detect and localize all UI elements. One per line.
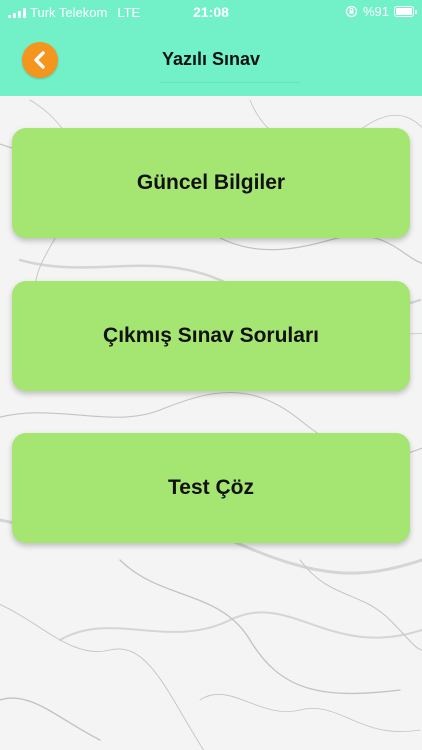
menu-card-label: Çıkmış Sınav Soruları	[103, 324, 319, 347]
menu-card-current-info[interactable]: Güncel Bilgiler	[12, 128, 410, 238]
page-title: Yazılı Sınav	[161, 49, 261, 69]
battery-icon	[394, 6, 417, 17]
menu-card-solve-test[interactable]: Test Çöz	[12, 433, 410, 543]
status-right: %91	[345, 4, 417, 19]
menu-card-label: Test Çöz	[168, 476, 254, 499]
title-divider	[160, 82, 300, 83]
battery-percentage: %91	[362, 4, 389, 19]
battery-fill	[396, 8, 412, 15]
orientation-lock-icon	[345, 5, 358, 18]
menu-card-label: Güncel Bilgiler	[136, 171, 286, 194]
app-header: Turk Telekom LTE 21:08 %91 Yazılı Sınav	[0, 0, 422, 96]
status-bar: Turk Telekom LTE 21:08 %91	[0, 0, 422, 24]
menu-card-past-exam-questions[interactable]: Çıkmış Sınav Soruları	[12, 281, 410, 391]
